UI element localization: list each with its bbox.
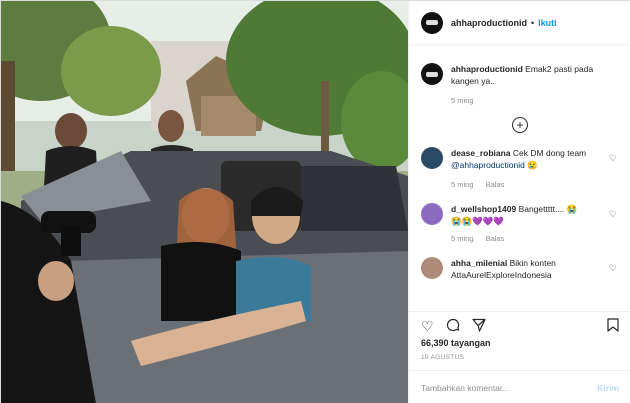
instagram-post-window: ahhaproductionid • Ikuti ahhaproductioni… (0, 0, 630, 403)
comment-item: dease_robiana Cek DM dong team @ahhaprod… (409, 147, 630, 191)
comment-emoji: 😢 (527, 160, 538, 170)
view-count[interactable]: 66,390 tayangan (421, 338, 491, 348)
commenter-avatar[interactable] (421, 203, 443, 225)
plus-circle-icon[interactable]: + (512, 117, 528, 133)
reply-button[interactable]: Balas (486, 234, 505, 243)
video-frame (1, 1, 408, 403)
heart-icon[interactable]: ♡ (421, 319, 434, 333)
comment-time: 5 ming (451, 234, 474, 243)
comment-username[interactable]: ahha_milenial (451, 258, 507, 268)
comment-mention[interactable]: @ahhaproductionid (451, 160, 525, 170)
comment-text: Cek DM dong team (512, 148, 587, 158)
author-username[interactable]: ahhaproductionid (451, 18, 527, 28)
post-sidebar: ahhaproductionid • Ikuti ahhaproductioni… (408, 1, 630, 403)
post-header: ahhaproductionid • Ikuti (409, 1, 630, 45)
comment-item: d_wellshop1409 Bangettttt.... 😭 😭😭💜💜💜 5 … (409, 203, 630, 245)
share-icon[interactable] (471, 318, 486, 334)
comments-list[interactable]: ahhaproductionid Emak2 pasti pada kangen… (409, 51, 630, 309)
comment-input[interactable] (421, 382, 598, 393)
heart-icon[interactable]: ♡ (609, 263, 617, 274)
author-avatar[interactable] (421, 11, 443, 34)
heart-icon[interactable]: ♡ (609, 153, 617, 164)
reply-button[interactable]: Balas (486, 180, 505, 189)
commenter-avatar[interactable] (421, 257, 443, 279)
post-video[interactable] (1, 1, 408, 403)
comment-item: ahha_milenial Bikin konten AttaAurelExpl… (409, 257, 630, 281)
add-comment-bar: Kirim (409, 370, 630, 403)
follow-button[interactable]: Ikuti (538, 18, 557, 28)
separator-dot: • (531, 17, 535, 28)
caption-time: 5 ming (451, 96, 474, 105)
comment-time: 5 ming (451, 180, 474, 189)
post-date: 10 AGUSTUS (421, 354, 465, 361)
comment-icon[interactable] (446, 318, 460, 334)
bookmark-icon[interactable] (607, 317, 619, 334)
comment-username[interactable]: d_wellshop1409 (451, 204, 516, 214)
comment-emoji: 😭😭💜💜💜 (451, 216, 504, 226)
caption: ahhaproductionid Emak2 pasti pada kangen… (409, 63, 630, 107)
comment-text: Bangettttt.... 😭 (518, 204, 578, 214)
caption-avatar[interactable] (421, 63, 443, 85)
action-bar: ♡ (409, 311, 630, 339)
heart-icon[interactable]: ♡ (609, 209, 617, 220)
load-more-comments[interactable]: + (409, 117, 630, 133)
comment-username[interactable]: dease_robiana (451, 148, 511, 158)
post-comment-button[interactable]: Kirim (597, 383, 619, 393)
caption-author[interactable]: ahhaproductionid (451, 64, 523, 74)
commenter-avatar[interactable] (421, 147, 443, 169)
